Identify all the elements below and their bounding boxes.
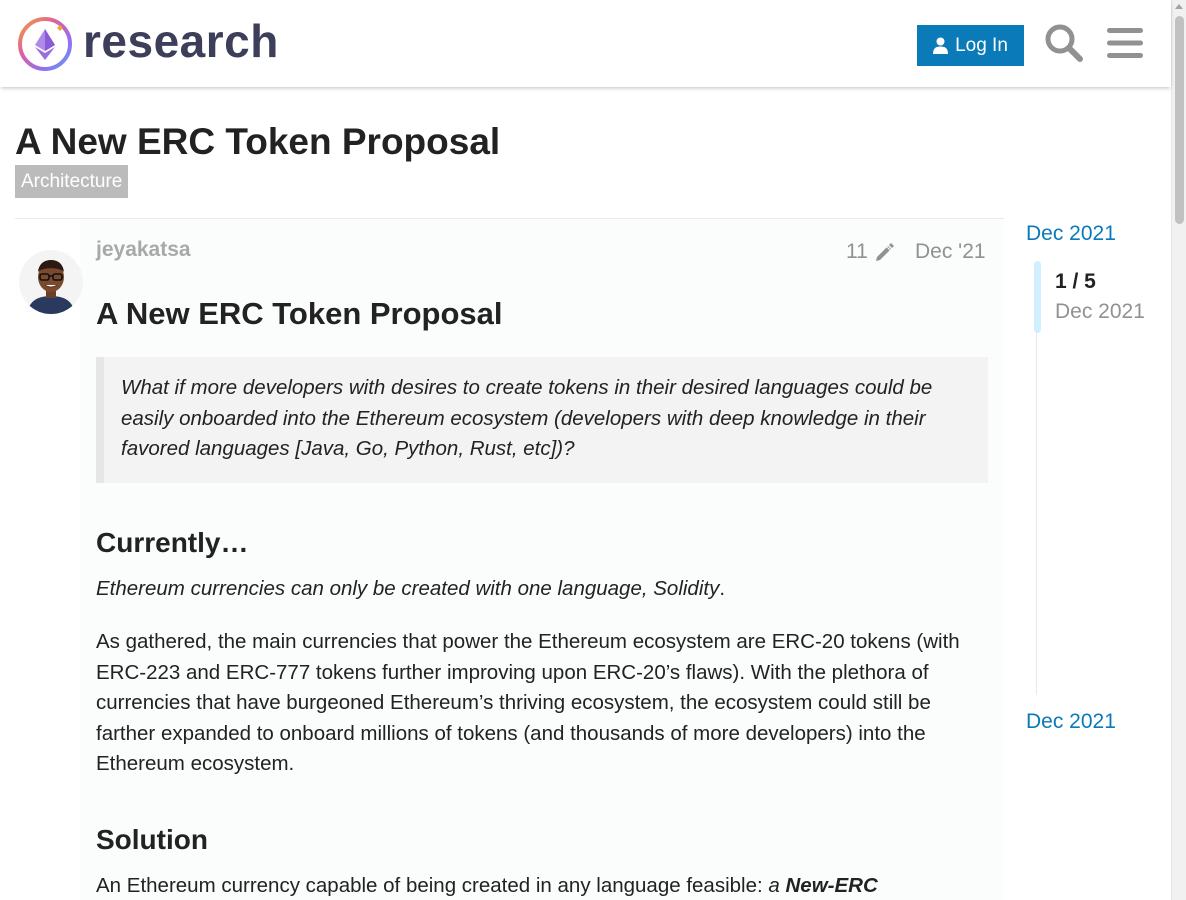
edit-count: 11 [846,240,868,263]
blockquote: What if more developers with desires to … [96,357,988,483]
post-date[interactable]: Dec '21 [915,240,986,264]
italic-text: Ethereum currencies can only be created … [96,577,720,600]
timeline-position: 1 / 5 [1055,270,1096,293]
post-divider [15,218,1004,219]
login-label: Log In [955,34,1008,56]
period-text: . [719,577,726,600]
logo-text: research [83,15,279,67]
solution-bold-italic: New-ERC [785,874,878,897]
section-heading-solution: Solution [96,824,208,855]
solution-italic: a [768,874,786,897]
site-logo[interactable]: research [16,15,279,73]
blockquote-text: What if more developers with desires to … [121,376,933,460]
user-icon [933,37,949,54]
avatar[interactable] [19,250,83,314]
paragraph-currently-body: As gathered, the main currencies that po… [96,630,960,775]
scroll-up-arrow-icon[interactable] [1175,4,1183,9]
pencil-icon [875,243,894,261]
hamburger-menu-icon [1107,28,1143,58]
page-scrollbar[interactable] [1171,0,1186,900]
post-heading: A New ERC Token Proposal [96,296,503,331]
timeline-end-date[interactable]: Dec 2021 [1026,710,1116,734]
timeline-handle-date: Dec 2021 [1055,300,1145,323]
timeline-start-date[interactable]: Dec 2021 [1026,222,1116,246]
post-username[interactable]: jeyakatsa [96,238,191,262]
topic-title[interactable]: A New ERC Token Proposal [15,121,500,163]
user-avatar-icon [19,250,83,314]
scroll-thumb[interactable] [1175,16,1184,224]
solution-text: An Ethereum currency capable of being cr… [96,874,769,897]
section-heading-currently: Currently… [96,527,249,558]
hamburger-menu-button[interactable] [1103,21,1147,65]
timeline-handle[interactable] [1034,261,1041,333]
search-icon [1045,24,1083,62]
paragraph-solution: An Ethereum currency capable of being cr… [96,871,986,900]
site-header: research Log In [0,0,1171,87]
paragraph-currently-lead: Ethereum currencies can only be created … [96,574,986,605]
category-badge[interactable]: Architecture [15,165,129,198]
login-button[interactable]: Log In [917,25,1024,66]
ethereum-research-logo-icon [18,17,72,71]
search-button[interactable] [1042,21,1086,65]
edit-history-button[interactable]: 11 [846,240,896,264]
